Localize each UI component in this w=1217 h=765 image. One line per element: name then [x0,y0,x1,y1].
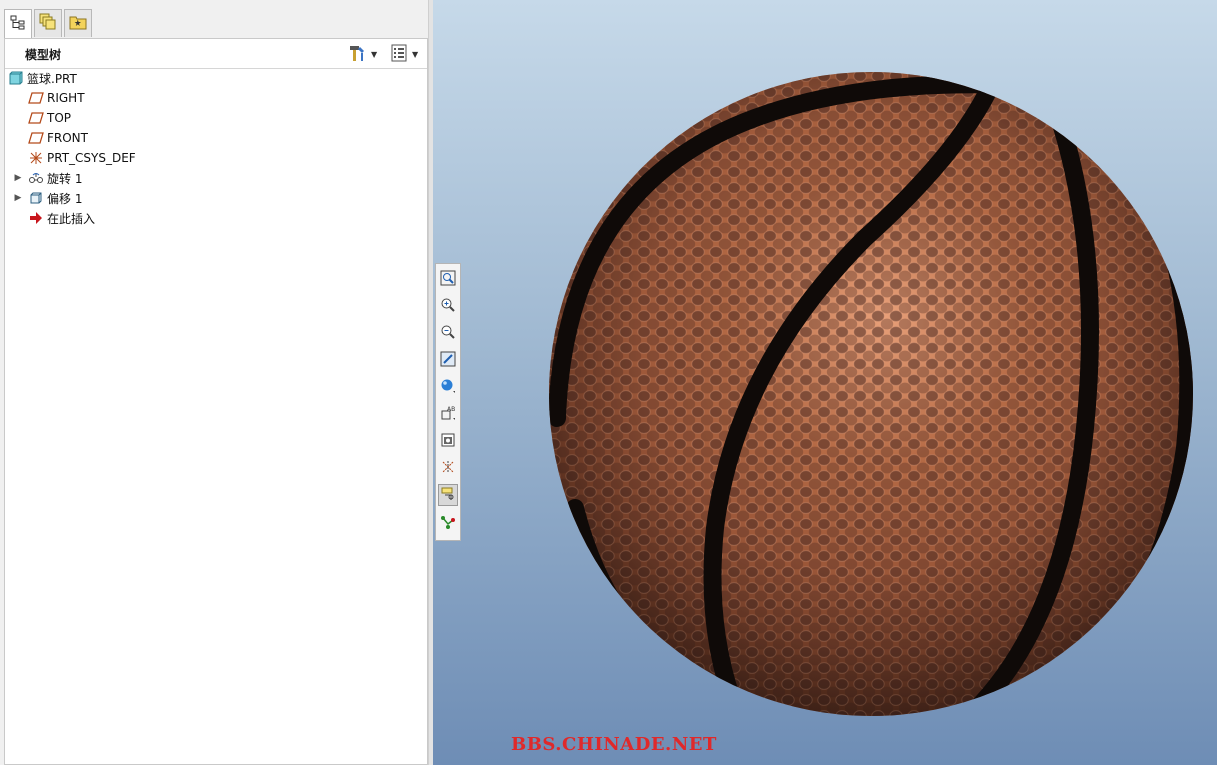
revolve-feature-icon [28,170,44,186]
navigator-tabs [0,0,433,39]
favorites-folder-icon [69,14,87,33]
zoom-in-icon [440,297,456,316]
tree-item-part[interactable]: 篮球.PRT [8,68,77,88]
model-tree-panel: 模型树 ▼ ▼ 篮球.PRT RIGHT TOP FRONT PRT_CSYS_… [4,38,428,765]
offset-feature-icon [28,190,44,206]
display-style-icon [440,378,456,397]
refit-icon [440,270,456,289]
tree-item-label: TOP [47,111,72,125]
model-tree-title: 模型树 [25,48,62,62]
saved-orientations-icon: AB [440,405,456,424]
display-style-button[interactable] [438,376,458,398]
zoom-out-button[interactable] [438,322,458,344]
tree-item-revolve[interactable]: 旋转 1 [28,168,82,188]
tree-item-top-plane[interactable]: TOP [28,108,71,128]
datum-display-icon [440,459,456,478]
basketball-model[interactable] [545,68,1197,720]
tree-settings-icon [347,43,367,66]
tree-item-csys[interactable]: PRT_CSYS_DEF [28,148,136,168]
tree-item-label: 篮球.PRT [27,71,77,86]
tree-item-label: RIGHT [47,91,85,105]
tree-item-front-plane[interactable]: FRONT [28,128,88,148]
coordinate-system-icon [28,150,44,166]
datum-display-button[interactable] [438,457,458,479]
tree-item-insert-here[interactable]: 在此插入 [28,208,95,228]
datum-plane-icon [28,110,44,126]
tree-item-offset[interactable]: 偏移 1 [28,188,82,208]
svg-text:AB: AB [447,406,455,413]
spin-center-button[interactable] [438,513,458,535]
datum-plane-icon [28,130,44,146]
ball-texture [549,72,1193,716]
tree-columns-button[interactable]: ▼ [390,44,418,64]
model-tree-icon [10,15,26,34]
chevron-down-icon: ▼ [371,49,378,59]
expand-arrow-icon[interactable]: ▶ [13,168,23,188]
refit-button[interactable] [438,268,458,290]
tree-columns-icon [390,44,408,65]
tree-item-label: FRONT [47,131,88,145]
insert-here-arrow-icon [28,210,44,226]
tree-item-label: 旋转 1 [47,171,83,186]
view-manager-button[interactable] [438,430,458,452]
saved-orientations-button[interactable]: AB [438,403,458,425]
model-tree-header: 模型树 ▼ ▼ [5,39,427,69]
tab-favorites[interactable] [64,9,92,37]
zoom-out-icon [440,324,456,343]
tree-item-right-plane[interactable]: RIGHT [28,88,85,108]
tree-item-label: PRT_CSYS_DEF [47,151,136,165]
repaint-icon [440,351,456,370]
repaint-button[interactable] [438,349,458,371]
model-tree-pane: 模型树 ▼ ▼ 篮球.PRT RIGHT TOP FRONT PRT_CSYS_… [0,0,433,765]
tree-settings-button[interactable]: ▼ [347,44,377,64]
layers-icon [39,13,57,34]
annotation-display-button[interactable] [438,484,458,506]
tab-layers[interactable] [34,9,62,37]
tree-item-label: 偏移 1 [47,191,83,206]
chevron-down-icon: ▼ [412,49,419,59]
datum-plane-icon [28,90,44,106]
spin-center-icon [440,515,456,534]
annotation-display-icon [440,486,456,505]
view-toolbar: AB [435,263,461,541]
view-manager-icon [440,432,456,451]
tab-model-tree[interactable] [4,9,32,39]
zoom-in-button[interactable] [438,295,458,317]
watermark-text: BBS.CHINADE.NET [511,734,717,755]
part-icon [8,70,24,86]
expand-arrow-icon[interactable]: ▶ [13,188,23,208]
tree-item-label: 在此插入 [47,211,96,226]
graphics-window[interactable]: AB BBS.CHINADE.NET [433,0,1217,765]
